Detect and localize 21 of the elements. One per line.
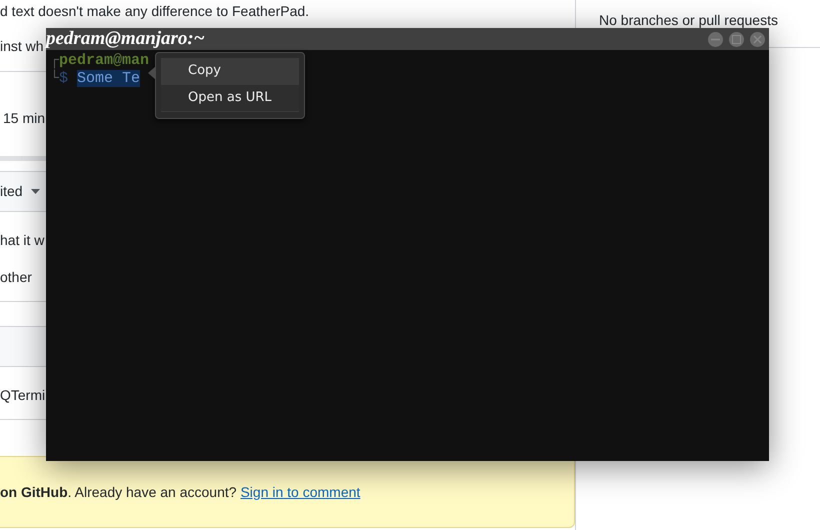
comment-text: QTermi bbox=[0, 387, 46, 403]
comment-header-text: ited bbox=[0, 182, 23, 201]
caret-icon[interactable] bbox=[30, 189, 40, 194]
close-button[interactable] bbox=[750, 32, 765, 46]
minimize-button[interactable] bbox=[708, 32, 723, 46]
comment-text: inst wh bbox=[0, 38, 44, 54]
timestamp: 15 min bbox=[3, 110, 46, 126]
command-text: Some Te bbox=[77, 70, 140, 87]
menu-item[interactable]: Copy bbox=[161, 58, 299, 85]
comment-text: hat it w bbox=[0, 232, 44, 248]
sidebar-text: No branches or pull requests bbox=[599, 12, 778, 28]
window-title: pedram@manjaro:~ bbox=[46, 28, 205, 50]
prompt-symbol: $ bbox=[59, 70, 68, 87]
comment-text: d text doesn't make any difference to FeatherPad. bbox=[0, 3, 310, 19]
comment-text: other bbox=[0, 269, 32, 285]
prompt-user: pedram@man bbox=[59, 52, 150, 69]
maximize-button[interactable] bbox=[729, 32, 744, 46]
prompt-corner: └ bbox=[50, 70, 60, 87]
signin-link[interactable]: Sign in to comment bbox=[240, 484, 360, 500]
prompt-corner: ┌ bbox=[50, 52, 60, 69]
signin-prompt: on GitHub. Already have an account? Sign in to comment bbox=[0, 482, 360, 502]
